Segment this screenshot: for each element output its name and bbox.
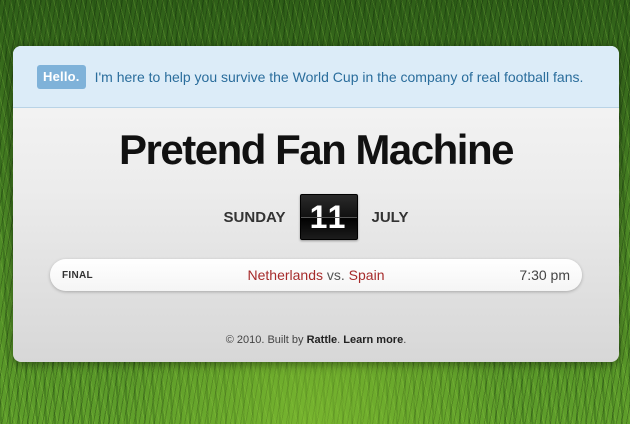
intro-bar: Hello. I'm here to help you survive the … (13, 46, 619, 108)
home-team[interactable]: Netherlands (248, 267, 324, 283)
footer-brand-link[interactable]: Rattle (307, 334, 338, 346)
versus-label: vs. (326, 267, 345, 283)
date-selector: SUNDAY 11 JULY (13, 194, 619, 240)
match-time: 7:30 pm (519, 267, 570, 283)
match-row[interactable]: FINAL Netherlands vs. Spain 7:30 pm (50, 259, 582, 291)
page-title: Pretend Fan Machine (119, 126, 514, 173)
intro-message: I'm here to help you survive the World C… (94, 68, 584, 85)
footer-copyright: © 2010. Built by (225, 334, 304, 346)
day-number-flip[interactable]: 11 (299, 194, 358, 240)
learn-more-link[interactable]: Learn more (343, 334, 403, 346)
footer: © 2010. Built by Rattle. Learn more. (225, 334, 407, 346)
main-card: Hello. I'm here to help you survive the … (13, 46, 619, 362)
month-label: JULY (371, 208, 409, 226)
away-team[interactable]: Spain (349, 267, 385, 283)
hello-badge: Hello. (37, 64, 86, 89)
weekday-label: SUNDAY (223, 208, 286, 226)
match-teams: Netherlands vs. Spain (50, 267, 582, 283)
